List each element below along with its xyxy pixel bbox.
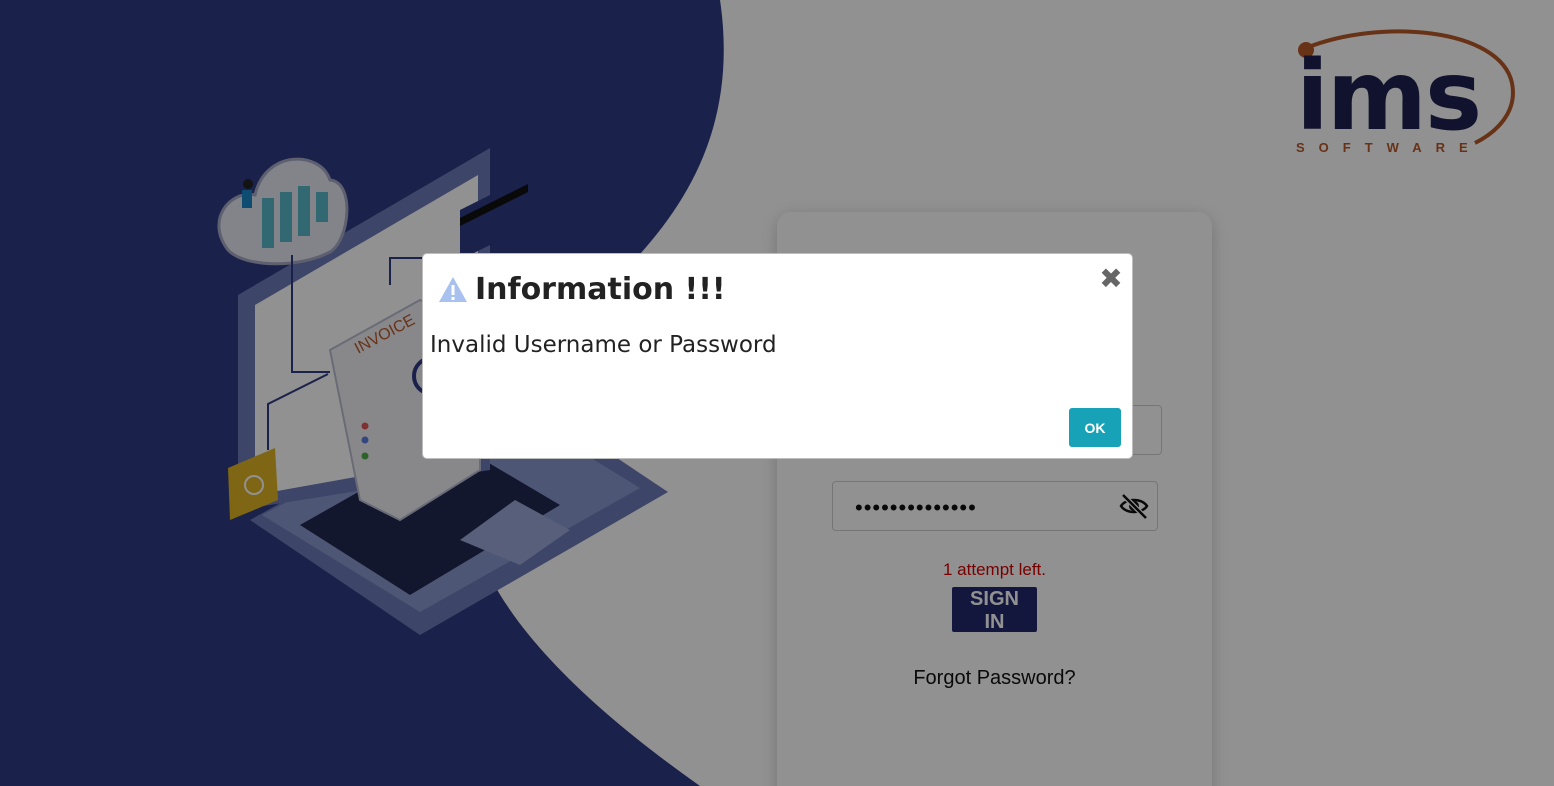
information-dialog: Information !!! ✖ Invalid Username or Pa… (422, 253, 1133, 459)
dialog-header: Information !!! (437, 272, 726, 307)
dialog-title: Information !!! (475, 272, 726, 307)
dialog-message: Invalid Username or Password (430, 332, 777, 358)
login-page: INVOICE ims SOFTWARE •••••••••••••• 1 at… (0, 0, 1554, 786)
close-icon[interactable]: ✖ (1096, 264, 1126, 294)
warning-triangle-icon (439, 276, 467, 302)
ok-button[interactable]: OK (1069, 408, 1121, 447)
